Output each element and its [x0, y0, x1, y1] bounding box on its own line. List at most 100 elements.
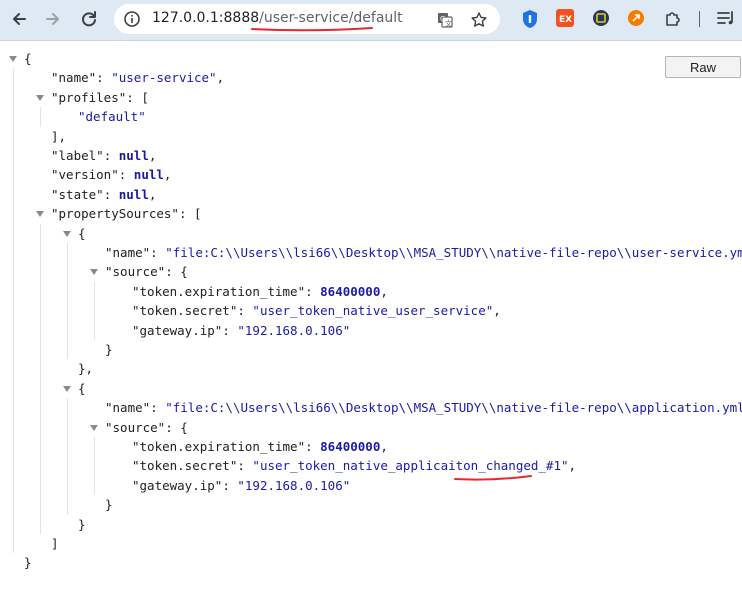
json-line: "label": null,: [51, 146, 156, 165]
json-key: "name": [51, 70, 97, 86]
json-line: {: [24, 49, 32, 68]
json-punctuation: :: [222, 322, 238, 338]
json-line: "name": "user-service",: [51, 68, 224, 87]
extensions-puzzle-icon[interactable]: [664, 9, 682, 27]
json-punctuation: ,: [380, 439, 388, 454]
json-key: "gateway.ip": [132, 322, 223, 338]
json-line: "default": [78, 107, 146, 126]
reading-list-icon[interactable]: [716, 9, 736, 27]
collapse-toggle-icon[interactable]: [63, 230, 71, 237]
site-info-icon[interactable]: [123, 10, 141, 32]
json-line: {: [78, 224, 86, 243]
json-line: }: [78, 515, 86, 534]
json-line: "state": null,: [51, 185, 156, 204]
json-value: 86400000: [320, 439, 381, 454]
svg-text:G: G: [440, 15, 445, 23]
orange-circle-extension-icon[interactable]: [627, 9, 645, 27]
json-line: "gateway.ip": "192.168.0.106": [132, 321, 350, 340]
json-punctuation: :: [150, 245, 166, 260]
json-line: }: [24, 553, 32, 572]
annotation-underline-url: [251, 27, 373, 32]
dark-circle-extension-icon[interactable]: [592, 9, 610, 27]
json-line: },: [78, 359, 93, 378]
json-line: "name": "file:C:\\Users\\lsi66\\Desktop\…: [105, 243, 742, 262]
json-value: "user-service": [111, 70, 217, 86]
svg-text:EX: EX: [559, 15, 572, 25]
json-line: {: [78, 379, 86, 398]
json-punctuation: :: [150, 400, 166, 416]
json-value: 86400000: [320, 283, 381, 299]
json-line: "propertySources": [: [51, 204, 202, 223]
json-punctuation: }: [105, 342, 113, 357]
json-key: "token.expiration_time": [132, 283, 306, 299]
json-punctuation: }: [78, 516, 86, 532]
json-punctuation: :: [103, 186, 119, 202]
raw-button[interactable]: Raw: [665, 56, 741, 78]
json-punctuation: }: [105, 497, 113, 513]
json-punctuation: {: [78, 380, 86, 396]
json-key: "state": [51, 186, 104, 202]
json-punctuation: :: [237, 458, 253, 474]
json-punctuation: : {: [165, 264, 188, 280]
indent-guide: [40, 223, 41, 534]
json-key: "label": [51, 148, 104, 163]
json-line: "version": null,: [51, 165, 171, 184]
url-text: 127.0.0.1:8888/user-service/default: [152, 10, 403, 26]
json-punctuation: }: [24, 555, 32, 571]
json-key: "version": [51, 167, 119, 183]
url-host: 127.0.0.1:8888: [152, 10, 260, 26]
collapse-toggle-icon[interactable]: [36, 94, 44, 101]
json-punctuation: :: [96, 70, 112, 86]
json-line: ]: [51, 534, 59, 553]
json-punctuation: :: [103, 148, 119, 163]
indent-guide: [94, 437, 95, 496]
ex-extension-icon[interactable]: EX: [556, 9, 574, 27]
collapse-toggle-icon[interactable]: [90, 424, 98, 431]
indent-guide: [13, 68, 14, 554]
forward-arrow-icon[interactable]: [42, 8, 64, 30]
annotation-underline-secret: [454, 475, 532, 481]
back-arrow-icon[interactable]: [8, 8, 30, 30]
json-line: "profiles": [: [51, 88, 149, 107]
json-punctuation: {: [78, 225, 86, 241]
json-value: "192.168.0.106": [237, 322, 351, 338]
url-path: /user-service/default: [259, 10, 403, 26]
json-punctuation: ,: [568, 458, 577, 474]
reload-icon[interactable]: [78, 8, 100, 30]
collapse-toggle-icon[interactable]: [36, 211, 44, 218]
json-key: "propertySources": [51, 206, 179, 222]
json-key: "token.secret": [132, 458, 238, 474]
json-line: "name": "file:C:\\Users\\lsi66\\Desktop\…: [105, 398, 742, 417]
json-key: "profiles": [51, 89, 127, 105]
translate-icon[interactable]: 文G: [436, 11, 454, 29]
json-key: "token.expiration_time": [132, 439, 306, 454]
toolbar-divider: [699, 11, 700, 27]
json-key: "gateway.ip": [132, 477, 223, 493]
json-key: "name": [105, 245, 151, 260]
password-manager-extension-icon[interactable]: [521, 9, 539, 29]
json-punctuation: ,: [216, 70, 225, 86]
json-line: "source": {: [105, 262, 188, 281]
json-punctuation: ,: [148, 186, 157, 202]
json-key: "source": [105, 419, 166, 435]
json-key: "name": [105, 400, 151, 416]
collapse-toggle-icon[interactable]: [9, 56, 17, 62]
json-punctuation: : {: [165, 419, 188, 435]
json-key: "token.secret": [132, 303, 238, 319]
json-punctuation: :: [237, 303, 253, 319]
json-punctuation: : [: [126, 89, 149, 105]
json-line: "token.expiration_time": 86400000,: [132, 282, 388, 301]
json-value: null: [118, 186, 149, 202]
svg-text:文: 文: [445, 19, 452, 28]
bookmark-star-icon[interactable]: [470, 11, 488, 29]
collapse-toggle-icon[interactable]: [90, 269, 98, 276]
json-value: "user_token_native_user_service": [252, 303, 494, 319]
json-punctuation: },: [78, 361, 94, 377]
json-line: }: [105, 340, 113, 359]
json-line: ],: [51, 127, 66, 146]
browser-toolbar: 127.0.0.1:8888/user-service/default 文G E…: [0, 0, 742, 41]
collapse-toggle-icon[interactable]: [63, 385, 71, 392]
json-punctuation: ]: [51, 536, 59, 551]
json-value: "default": [78, 109, 146, 125]
json-line: "token.expiration_time": 86400000,: [132, 437, 388, 456]
